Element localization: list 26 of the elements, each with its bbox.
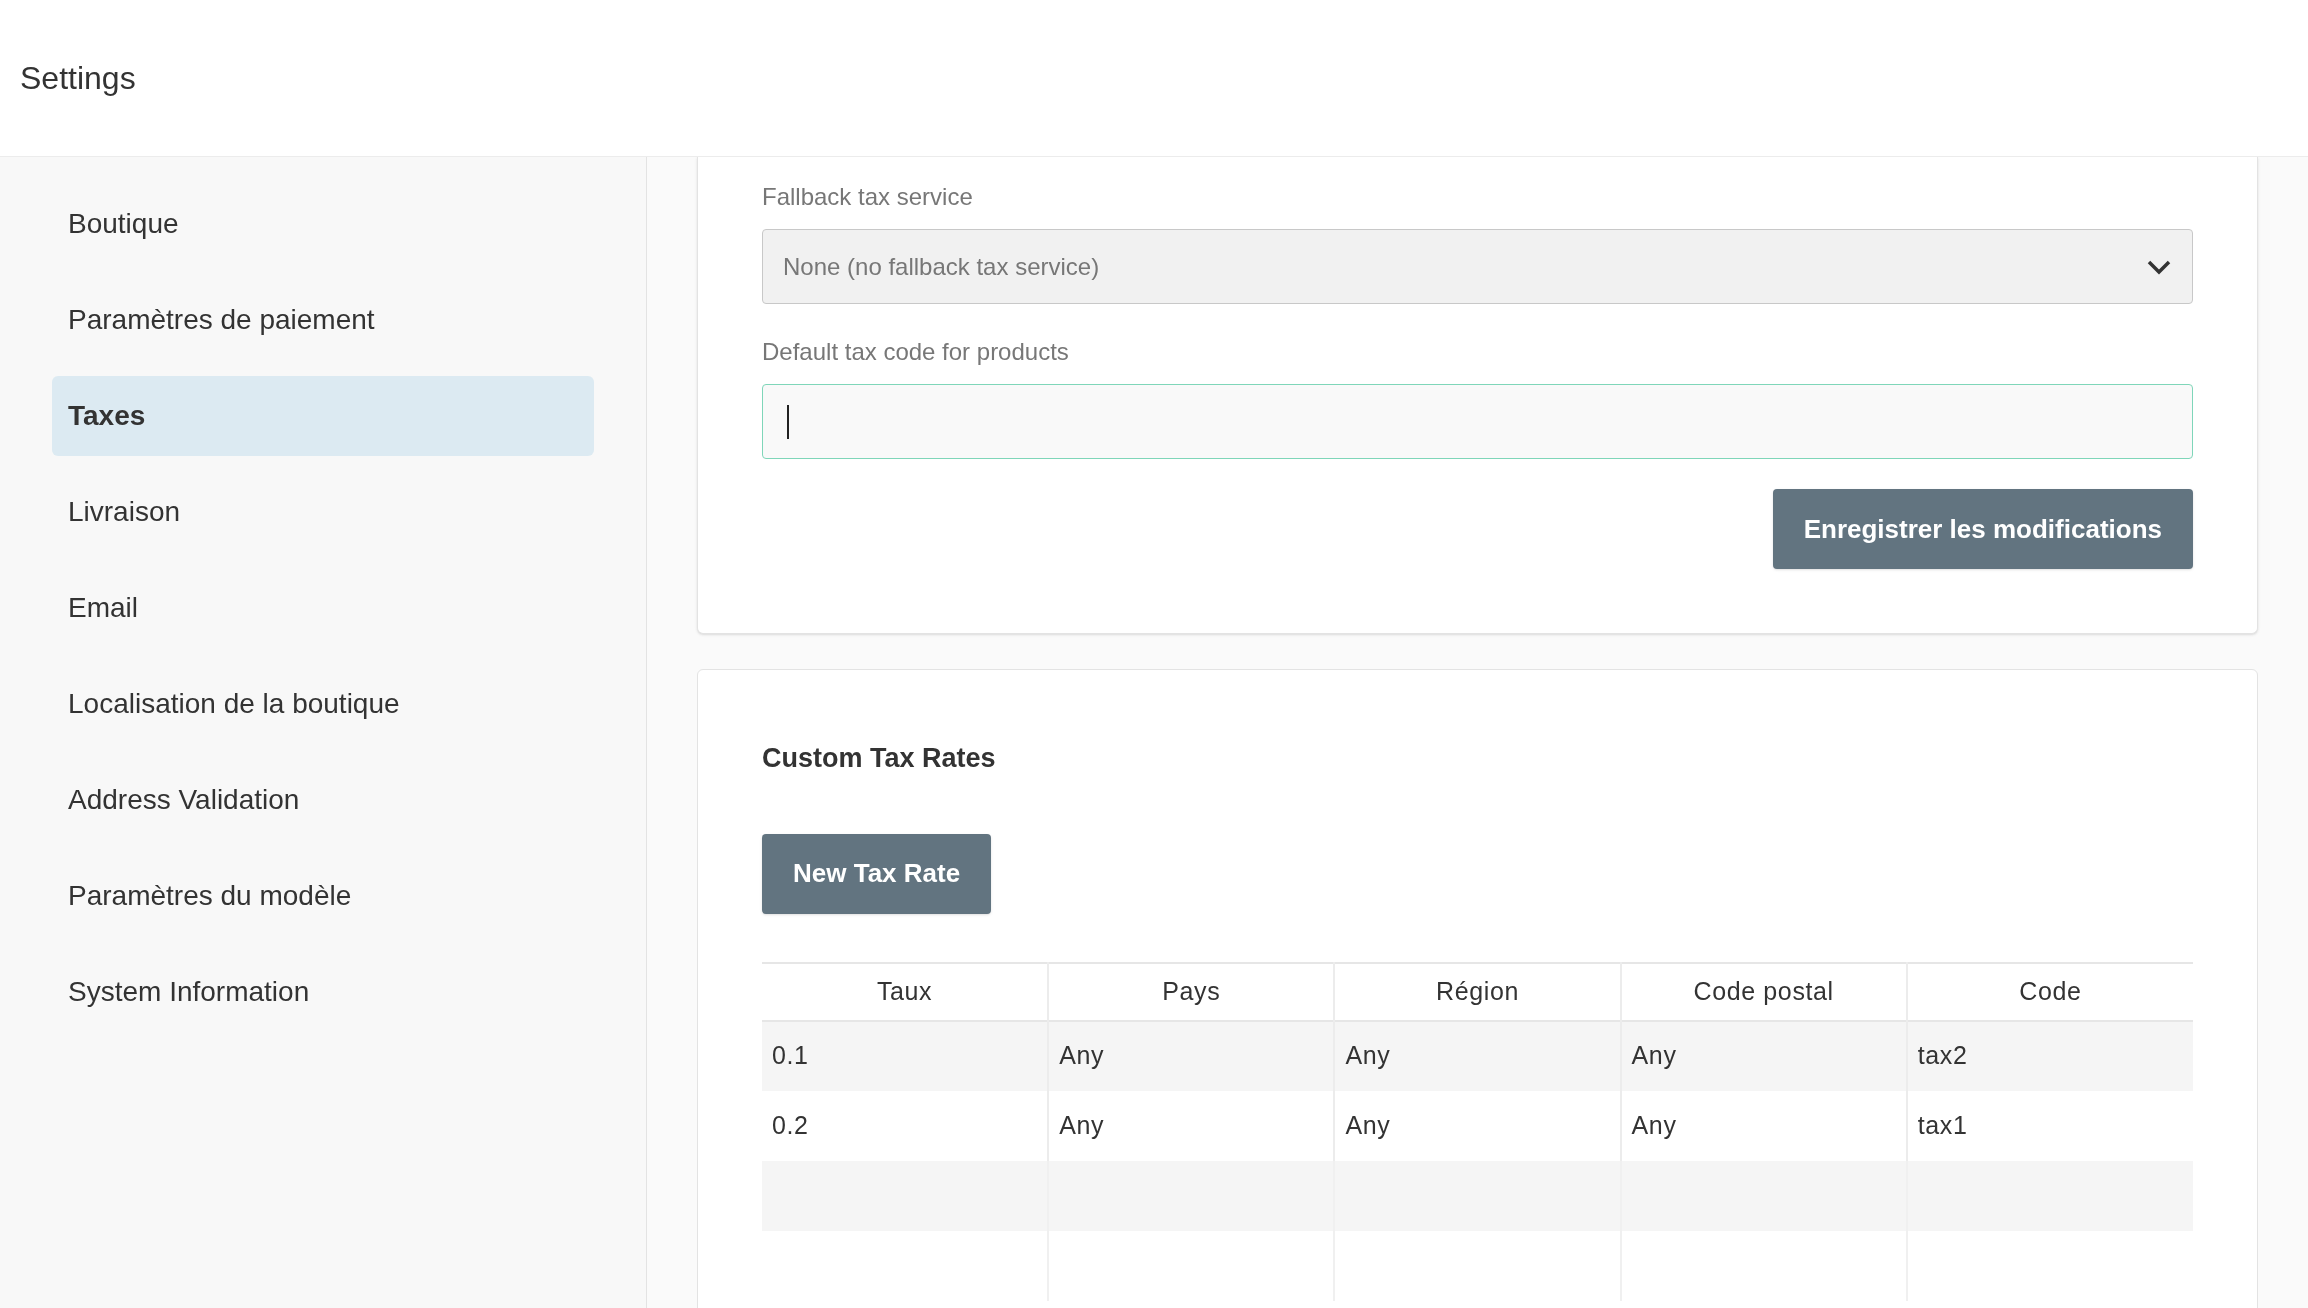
field-label: Default tax code for products [762, 337, 1070, 367]
sidebar-item[interactable]: Address Validation [52, 760, 594, 840]
table-cell: 0.2 [762, 1090, 1049, 1161]
column-header: Taux [762, 962, 1049, 1021]
new-tax-rate-button[interactable]: New Tax Rate [762, 833, 992, 914]
column-header: Région [1334, 962, 1621, 1021]
sidebar-item[interactable]: Email [52, 568, 594, 648]
column-header: Pays [1048, 962, 1335, 1021]
page-title: Settings [20, 59, 136, 98]
sidebar-item[interactable]: Paramètres de paiement [52, 280, 594, 360]
column-header: Code [1906, 962, 2193, 1021]
sidebar-item[interactable]: System Information [52, 952, 594, 1032]
sidebar-item[interactable]: Boutique [52, 184, 594, 264]
sidebar-item[interactable]: Taxes [52, 376, 594, 456]
table-cell: 0.1 [762, 1020, 1049, 1091]
chevron-down-icon [2146, 258, 2172, 275]
sidebar-item[interactable]: Localisation de la boutique [52, 664, 594, 744]
fallback-select[interactable]: None (no fallback tax service) [762, 229, 2193, 304]
text-cursor [787, 404, 789, 439]
section-title: Custom Tax Rates [762, 742, 997, 775]
save-button[interactable]: Enregistrer les modifications [1772, 489, 2193, 569]
field-label: Fallback tax service [762, 182, 974, 212]
column-header: Code postal [1620, 962, 1907, 1021]
sidebar-item[interactable]: Paramètres du modèle [52, 856, 594, 936]
tax-code-input-field[interactable] [762, 384, 2193, 459]
sidebar-item[interactable]: Livraison [52, 472, 594, 552]
